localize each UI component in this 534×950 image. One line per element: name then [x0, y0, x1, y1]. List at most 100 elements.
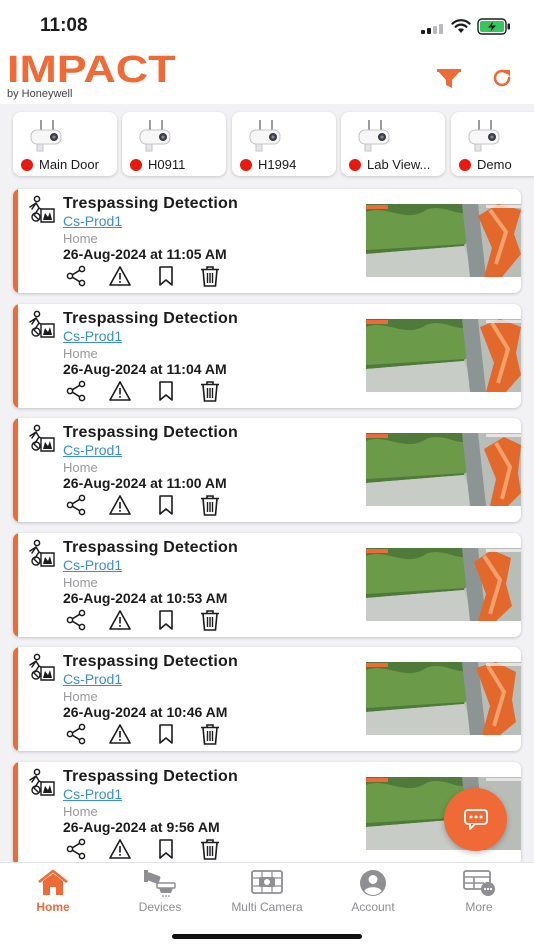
tab-label: Multi Camera [231, 900, 303, 914]
trespassing-icon [29, 653, 55, 681]
event-accent-bar [13, 189, 18, 293]
event-card[interactable]: Trespassing Detection Cs-Prod1 Home 26-A… [13, 647, 521, 751]
alert-icon[interactable] [109, 609, 131, 631]
offline-status-dot [21, 159, 33, 171]
trespassing-icon [29, 539, 55, 567]
filter-icon[interactable] [436, 68, 462, 90]
event-snapshot-thumbnail[interactable] [366, 548, 521, 621]
event-site-link[interactable]: Cs-Prod1 [63, 442, 122, 458]
bookmark-icon[interactable] [155, 838, 177, 860]
event-snapshot-thumbnail[interactable] [366, 662, 521, 735]
alert-icon[interactable] [109, 494, 131, 516]
event-location: Home [63, 460, 98, 475]
camera-tile-h0911[interactable]: H0911 [122, 112, 226, 176]
camera-thumbnail-icon [30, 120, 62, 152]
multi-camera-icon [251, 870, 283, 894]
bookmark-icon[interactable] [155, 609, 177, 631]
more-icon [463, 870, 495, 896]
event-title: Trespassing Detection [63, 768, 238, 785]
status-bar: 11:08 [0, 0, 534, 50]
event-timestamp: 26-Aug-2024 at 10:46 AM [63, 704, 228, 720]
share-icon[interactable] [65, 609, 87, 631]
event-site-link[interactable]: Cs-Prod1 [63, 213, 122, 229]
camera-tile-demo[interactable]: Demo [451, 112, 534, 176]
trespassing-icon [29, 310, 55, 338]
camera-thumbnail-icon [468, 120, 500, 152]
refresh-icon[interactable] [490, 66, 514, 90]
delete-icon[interactable] [199, 494, 221, 516]
bookmark-icon[interactable] [155, 494, 177, 516]
event-timestamp: 26-Aug-2024 at 11:05 AM [63, 246, 227, 262]
event-title: Trespassing Detection [63, 539, 238, 556]
delete-icon[interactable] [199, 380, 221, 402]
tab-devices[interactable]: Devices [107, 863, 213, 923]
event-location: Home [63, 231, 98, 246]
battery-charging-icon [477, 18, 510, 35]
event-card[interactable]: Trespassing Detection Cs-Prod1 Home 26-A… [13, 304, 521, 408]
event-title: Trespassing Detection [63, 195, 238, 212]
event-card[interactable]: Trespassing Detection Cs-Prod1 Home 26-A… [13, 418, 521, 522]
chat-icon [464, 809, 488, 830]
home-icon [38, 869, 68, 895]
camera-name: Main Door [39, 157, 99, 172]
bookmark-icon[interactable] [155, 380, 177, 402]
event-site-link[interactable]: Cs-Prod1 [63, 328, 122, 344]
camera-name: H0911 [148, 157, 186, 172]
alert-icon[interactable] [109, 838, 131, 860]
tab-multi-camera[interactable]: Multi Camera [214, 863, 320, 923]
tab-more[interactable]: More [426, 863, 532, 923]
camera-tile-main-door[interactable]: Main Door [13, 112, 117, 176]
camera-tile-lab-view[interactable]: Lab View... [341, 112, 445, 176]
chat-button[interactable] [444, 788, 507, 851]
delete-icon[interactable] [199, 265, 221, 287]
trespassing-icon [29, 768, 55, 796]
bookmark-icon[interactable] [155, 723, 177, 745]
camera-name: H1994 [258, 157, 297, 172]
home-indicator [172, 934, 362, 939]
offline-status-dot [349, 159, 361, 171]
status-time: 11:08 [40, 15, 88, 36]
tab-label: Devices [138, 900, 182, 914]
share-icon[interactable] [65, 723, 87, 745]
camera-tile-h1994[interactable]: H1994 [232, 112, 336, 176]
event-timestamp: 26-Aug-2024 at 10:53 AM [63, 590, 228, 606]
trespassing-icon [29, 424, 55, 452]
camera-thumbnail-icon [358, 120, 390, 152]
event-timestamp: 26-Aug-2024 at 9:56 AM [63, 819, 220, 835]
alert-icon[interactable] [109, 723, 131, 745]
share-icon[interactable] [65, 494, 87, 516]
delete-icon[interactable] [199, 609, 221, 631]
tab-label: More [465, 900, 493, 914]
tab-label: Home [36, 900, 70, 914]
event-location: Home [63, 346, 98, 361]
camera-name: Demo [477, 157, 512, 172]
event-snapshot-thumbnail[interactable] [366, 433, 521, 506]
app-header: IMPACT by Honeywell [0, 50, 534, 104]
event-site-link[interactable]: Cs-Prod1 [63, 557, 122, 573]
event-accent-bar [13, 304, 18, 408]
camera-strip[interactable]: Main Door H0911 H1994 Lab View... Demo [0, 104, 534, 184]
camera-thumbnail-icon [139, 120, 171, 152]
event-site-link[interactable]: Cs-Prod1 [63, 786, 122, 802]
offline-status-dot [240, 159, 252, 171]
offline-status-dot [459, 159, 471, 171]
event-card[interactable]: Trespassing Detection Cs-Prod1 Home 26-A… [13, 533, 521, 637]
tab-account[interactable]: Account [320, 863, 426, 923]
share-icon[interactable] [65, 380, 87, 402]
tab-label: Account [351, 900, 395, 914]
share-icon[interactable] [65, 838, 87, 860]
bookmark-icon[interactable] [155, 265, 177, 287]
share-icon[interactable] [65, 265, 87, 287]
brand-logo: IMPACT [7, 49, 176, 91]
event-site-link[interactable]: Cs-Prod1 [63, 671, 122, 687]
tab-home[interactable]: Home [0, 863, 106, 923]
delete-icon[interactable] [199, 723, 221, 745]
delete-icon[interactable] [199, 838, 221, 860]
event-card[interactable]: Trespassing Detection Cs-Prod1 Home 26-A… [13, 189, 521, 293]
alert-icon[interactable] [109, 380, 131, 402]
cellular-signal-icon [421, 24, 445, 34]
alert-icon[interactable] [109, 265, 131, 287]
event-snapshot-thumbnail[interactable] [366, 204, 521, 277]
event-snapshot-thumbnail[interactable] [366, 319, 521, 392]
devices-icon [144, 870, 176, 897]
